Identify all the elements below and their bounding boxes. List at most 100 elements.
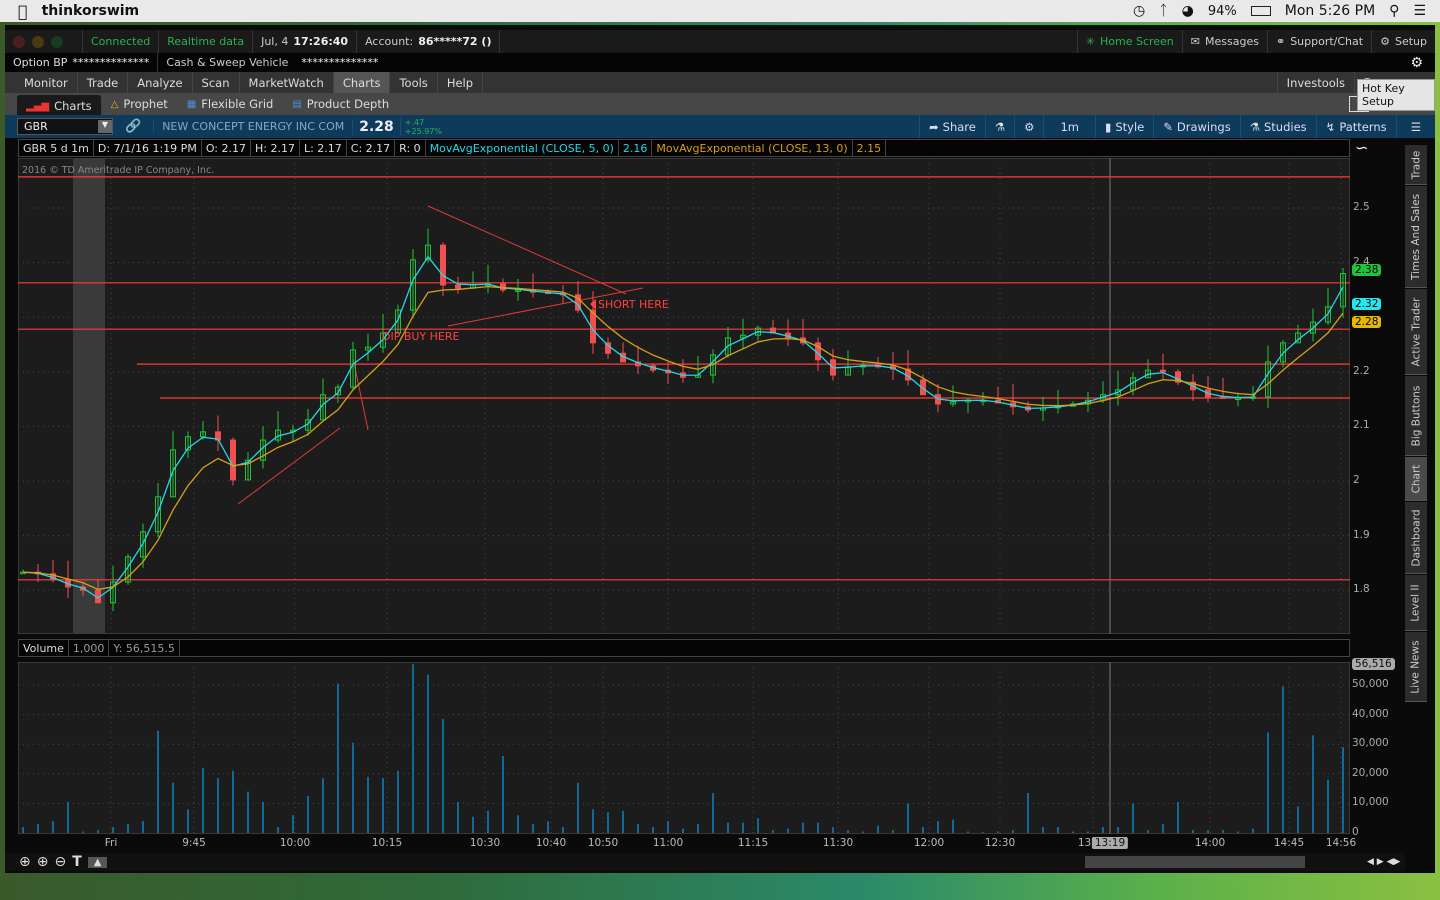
volume-bar — [727, 822, 729, 833]
price-badge-ema5: 2.32 — [1352, 298, 1382, 310]
side-tab-chart[interactable]: Chart — [1405, 457, 1427, 501]
apple-icon[interactable]:  — [0, 2, 42, 21]
candle-down — [455, 284, 461, 289]
style-button[interactable]: ▮ Style — [1095, 115, 1153, 138]
short-here-annotation[interactable]: SHORT HERE — [598, 298, 669, 311]
volume-chart[interactable] — [18, 662, 1350, 834]
wifi-icon[interactable]: ◕ — [1182, 3, 1194, 19]
side-tab-dashboard[interactable]: Dashboard — [1405, 502, 1427, 574]
studies-button[interactable]: ⚗ Studies — [1239, 115, 1316, 138]
bluetooth-icon[interactable]: ᛏ — [1159, 3, 1167, 19]
investools-button[interactable]: Investools — [1276, 72, 1355, 93]
tab-monitor[interactable]: Monitor — [15, 72, 78, 93]
tab-analyze[interactable]: Analyze — [128, 72, 193, 93]
app-name[interactable]: thinkorswim — [42, 3, 140, 19]
account-selector[interactable]: Account: 86*****72 () — [357, 30, 501, 53]
spotlight-search-icon[interactable]: ⚲ — [1389, 3, 1399, 19]
flask-button[interactable]: ⚗ — [984, 115, 1014, 138]
side-tab-big-buttons[interactable]: Big Buttons — [1405, 376, 1427, 456]
text-tool-icon[interactable]: T — [72, 854, 82, 870]
tab-scan[interactable]: Scan — [193, 72, 240, 93]
share-button[interactable]: ➦ Share — [919, 115, 985, 138]
timeframe-button[interactable]: 1m — [1043, 115, 1095, 138]
zoom-out-icon[interactable]: ⊖ — [54, 854, 66, 870]
ema13-study-label[interactable]: MovAvgExponential (CLOSE, 13, 0) — [652, 140, 853, 156]
volume-label[interactable]: Volume — [19, 640, 69, 656]
chevron-down-icon[interactable]: ▼ — [98, 120, 112, 133]
volume-bar — [487, 810, 489, 833]
price-axis-label: 1.8 — [1353, 583, 1370, 596]
notification-center-icon[interactable]: ☰ — [1413, 3, 1426, 19]
time-axis-label: 11:15 — [737, 837, 769, 849]
share-icon: ➦ — [929, 119, 939, 134]
horizontal-scrollbar[interactable] — [1085, 856, 1305, 868]
volume-bar — [1042, 827, 1044, 833]
crosshair-icon[interactable]: ⊕ — [19, 854, 31, 870]
side-tab-live-news[interactable]: Live News — [1405, 632, 1427, 702]
ema5-study-label[interactable]: MovAvgExponential (CLOSE, 5, 0) — [426, 140, 619, 156]
side-tab-trade[interactable]: Trade — [1405, 145, 1427, 185]
tab-help[interactable]: Help — [438, 72, 484, 93]
drawings-button[interactable]: ✎ Drawings — [1153, 115, 1239, 138]
candle-down — [440, 244, 446, 286]
volume-bar — [367, 776, 369, 833]
tab-trade[interactable]: Trade — [78, 72, 129, 93]
price-axis-label: 2 — [1353, 474, 1360, 486]
patterns-label: Patterns — [1339, 119, 1387, 134]
gear-icon: ⚙ — [1024, 119, 1035, 134]
tab-marketwatch[interactable]: MarketWatch — [240, 72, 334, 93]
volume-cursor-value: Y: 56,515.5 — [109, 640, 180, 656]
chart-menu-button[interactable]: ☰ — [1395, 115, 1435, 138]
chart-bottom-toolbar: ⊕ ⊕ ⊖ T ▲ ◀ ▶ ◀▶ — [5, 853, 1405, 871]
volume-bar — [1267, 732, 1269, 833]
volume-bar — [577, 782, 579, 833]
subtab-prophet[interactable]: △ Prophet — [102, 93, 178, 115]
crosshair-time-badge: 13:19 — [1091, 837, 1129, 849]
chart-toolbar: GBR ▼ 🔗 NEW CONCEPT ENERGY INC COM 2.28 +… — [5, 115, 1435, 138]
volume-bar — [787, 828, 789, 833]
close-window-button[interactable] — [13, 35, 25, 48]
price-axis[interactable] — [1350, 158, 1408, 634]
volume-bar — [832, 827, 834, 833]
side-tab-active-trader[interactable]: Active Trader — [1405, 289, 1427, 375]
chart-settings-button[interactable]: ⚙ — [1014, 115, 1043, 138]
patterns-button[interactable]: ↯ Patterns — [1315, 115, 1396, 138]
battery-icon[interactable] — [1250, 6, 1271, 16]
subtab-product-depth[interactable]: ▤ Product Depth — [283, 93, 400, 115]
price-chart[interactable] — [18, 158, 1350, 634]
symbol-input[interactable]: GBR ▼ — [17, 118, 113, 135]
time-machine-icon[interactable]: ◷ — [1133, 3, 1145, 19]
tab-charts[interactable]: Charts — [333, 72, 391, 93]
dip-buy-annotation[interactable]: DIP BUY HERE — [382, 330, 459, 343]
scroll-arrows[interactable]: ◀ ▶ ◀▶ — [1367, 857, 1400, 867]
volume-bar — [1282, 686, 1284, 833]
menu-clock[interactable]: Mon 5:26 PM — [1285, 3, 1375, 19]
volume-axis-label: 50,000 — [1352, 678, 1389, 690]
volume-bar — [427, 674, 429, 833]
account-bar-gear-icon[interactable]: ⚙ — [1410, 55, 1423, 71]
side-tab-times-and-sales[interactable]: Times And Sales — [1405, 186, 1427, 288]
collapse-button[interactable]: ▲ — [87, 856, 108, 868]
subtab-charts[interactable]: ▂▄▆ Charts — [17, 95, 102, 117]
support-chat-button[interactable]: ⚭ Support/Chat — [1268, 30, 1373, 53]
option-bp-selector[interactable]: Option BP ************** — [5, 53, 159, 72]
subtab-flexible-grid[interactable]: ▦ Flexible Grid — [178, 93, 284, 115]
link-icon[interactable]: 🔗 — [125, 119, 141, 134]
realtime-data-menu[interactable]: Realtime data — [159, 30, 254, 53]
zoom-window-button[interactable] — [51, 35, 63, 48]
minimize-window-button[interactable] — [32, 35, 44, 48]
volume-bar — [697, 824, 699, 833]
messages-button[interactable]: ✉ Messages — [1183, 30, 1268, 53]
setup-button[interactable]: ⚙ Setup — [1372, 30, 1435, 53]
chart-period[interactable]: GBR 5 d 1m — [19, 140, 94, 156]
date-time[interactable]: Jul, 4 17:26:40 — [253, 30, 358, 53]
side-tab-level-ii[interactable]: Level II — [1405, 575, 1427, 631]
tab-tools[interactable]: Tools — [390, 72, 438, 93]
side-tab-label: Active Trader — [1410, 297, 1423, 366]
zoom-in-icon[interactable]: ⊕ — [37, 854, 49, 870]
volume-bar — [277, 827, 279, 833]
volume-bar — [862, 831, 864, 833]
volume-bar — [1117, 827, 1119, 833]
autoscale-icon[interactable]: ∽ — [1355, 138, 1368, 157]
home-screen-button[interactable]: ✳ Home Screen — [1076, 30, 1183, 53]
